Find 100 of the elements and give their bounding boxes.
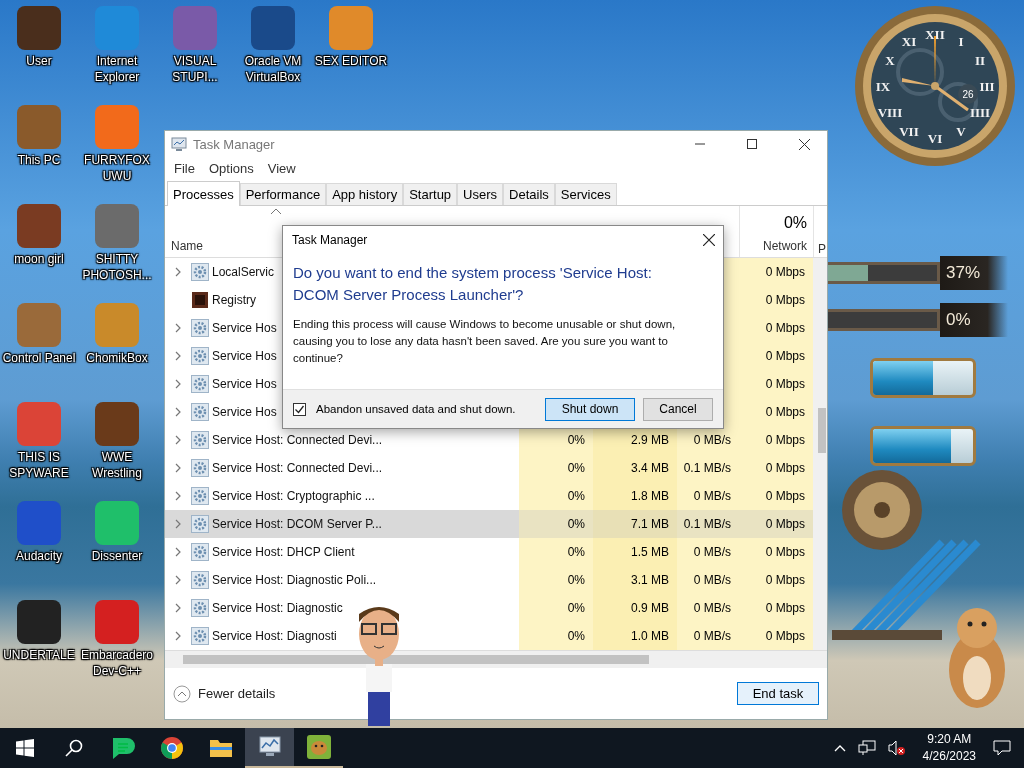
tab[interactable]: Details: [503, 183, 555, 205]
expand-chevron-icon[interactable]: [173, 379, 183, 389]
process-name: Service Hos: [212, 377, 277, 391]
menu-item[interactable]: Options: [201, 160, 261, 176]
expand-chevron-icon[interactable]: [173, 435, 183, 445]
network-cell: 0 Mbps: [739, 258, 813, 286]
expand-chevron-icon[interactable]: [173, 603, 183, 613]
tab[interactable]: Services: [554, 183, 617, 205]
expand-chevron-icon[interactable]: [173, 631, 183, 641]
maximize-icon[interactable]: [747, 139, 757, 149]
close-icon[interactable]: [798, 138, 810, 150]
menu-item[interactable]: View: [260, 160, 303, 176]
column-header[interactable]: Name: [171, 239, 203, 253]
network-cell: 0 Mbps: [739, 286, 813, 314]
column-header[interactable]: P: [818, 242, 826, 256]
network-icon[interactable]: [857, 740, 876, 756]
process-row[interactable]: Service Host: Connected Devi... 0% 3.4 MB 0.1 MB/s 0 Mbps: [165, 454, 813, 482]
network-cell: 0 Mbps: [739, 538, 813, 566]
shut-down-button[interactable]: Shut down: [545, 397, 635, 421]
network-cell: 0 Mbps: [739, 510, 813, 538]
memory-cell: 1.0 MB: [593, 622, 677, 650]
volume-muted-icon[interactable]: [887, 740, 906, 756]
process-row[interactable]: Service Host: Diagnosti 0% 1.0 MB 0 MB/s 0 Mbps: [165, 622, 813, 650]
icon-label[interactable]: VISUAL STUPI...: [156, 53, 234, 85]
clock-date: 26: [962, 89, 974, 100]
chevron-up-icon[interactable]: [833, 744, 846, 752]
expand-chevron-icon[interactable]: [173, 407, 183, 417]
disk-cell: 0 MB/s: [677, 566, 739, 594]
process-name: Service Hos: [212, 405, 277, 419]
checkbox-label[interactable]: Abandon unsaved data and shut down.: [316, 403, 516, 415]
cancel-button[interactable]: Cancel: [643, 397, 713, 421]
window-title: Task Manager: [193, 136, 275, 152]
cpu-cell: 0%: [519, 538, 593, 566]
network-cell: 0 Mbps: [739, 426, 813, 454]
menu-item[interactable]: File: [167, 160, 202, 176]
icon-label[interactable]: WWE Wrestling: [78, 449, 156, 481]
clock-numeral: VI: [927, 131, 943, 146]
fewer-details-link[interactable]: Fewer details: [198, 686, 276, 701]
taskbar-button[interactable]: [245, 728, 294, 768]
memory-cell: 7.1 MB: [593, 510, 677, 538]
cpu-cell: 0%: [519, 510, 593, 538]
icon-label[interactable]: THIS IS SPYWARE: [0, 449, 78, 481]
expand-chevron-icon[interactable]: [173, 463, 183, 473]
network-cell: 0 Mbps: [739, 594, 813, 622]
process-row[interactable]: Service Host: Diagnostic Poli... 0% 3.1 MB 0 MB/s 0 Mbps: [165, 566, 813, 594]
expand-chevron-icon[interactable]: [173, 491, 183, 501]
process-name: Service Hos: [212, 321, 277, 335]
process-row[interactable]: Service Host: Diagnostic 0% 0.9 MB 0 MB/s 0 Mbps: [165, 594, 813, 622]
tab[interactable]: App history: [326, 183, 404, 205]
icon-label[interactable]: SEX EDITOR: [314, 53, 388, 69]
horizontal-scrollbar[interactable]: [165, 650, 827, 668]
column-header[interactable]: Network: [763, 239, 807, 253]
icon-label[interactable]: Dissenter: [91, 548, 143, 564]
app-icon[interactable]: [17, 600, 61, 644]
icon-label[interactable]: Internet Explorer: [78, 53, 156, 85]
network-usage-percent: 0%: [783, 214, 807, 232]
expand-chevron-icon[interactable]: [173, 519, 183, 529]
app-icon[interactable]: [17, 204, 61, 248]
process-row[interactable]: Service Host: DCOM Server P... 0% 7.1 MB 0.1 MB/s 0 Mbps: [165, 510, 813, 538]
disk-cell: 0.1 MB/s: [677, 454, 739, 482]
tab[interactable]: Performance: [239, 183, 327, 205]
app-icon[interactable]: [95, 402, 139, 446]
sort-caret-icon[interactable]: [271, 208, 281, 214]
process-row[interactable]: Service Host: DHCP Client 0% 1.5 MB 0 MB/s 0 Mbps: [165, 538, 813, 566]
app-icon[interactable]: [17, 6, 61, 50]
clock-button[interactable]: 9:20 AM 4/26/2023: [914, 731, 984, 765]
hamster-app-icon: [305, 734, 332, 760]
expand-chevron-icon[interactable]: [173, 351, 183, 361]
tab[interactable]: Startup: [403, 183, 458, 205]
expand-chevron-icon[interactable]: [173, 323, 183, 333]
gear-icon: [191, 487, 209, 505]
checkbox[interactable]: [293, 402, 306, 416]
meter-reading: 0%: [940, 303, 1008, 337]
process-name: Service Host: Cryptographic ...: [212, 489, 375, 503]
tab[interactable]: Users: [457, 183, 504, 205]
icon-label[interactable]: Oracle VM VirtualBox: [234, 53, 312, 85]
close-button[interactable]: [701, 232, 717, 248]
process-name: Registry: [212, 293, 256, 307]
disk-cell: 0.1 MB/s: [677, 510, 739, 538]
windows-logo-icon: [15, 739, 34, 757]
clock-numeral: IIII: [969, 105, 991, 120]
end-task-button[interactable]: End task: [737, 682, 819, 705]
cpu-cell: 0%: [519, 594, 593, 622]
clock-numeral: IX: [875, 79, 891, 94]
icon-label[interactable]: User: [26, 53, 52, 69]
vertical-scrollbar[interactable]: [813, 258, 827, 650]
process-name: Service Host: Diagnosti: [212, 629, 337, 643]
collapse-chevron-icon[interactable]: [173, 684, 191, 703]
registry-icon: [191, 291, 209, 309]
network-cell: 0 Mbps: [739, 482, 813, 510]
icon-label[interactable]: Audacity: [16, 548, 62, 564]
gear-icon: [191, 599, 209, 617]
clock-numeral: V: [956, 124, 966, 140]
gear-icon: [191, 627, 209, 645]
expand-chevron-icon[interactable]: [173, 575, 183, 585]
expand-chevron-icon[interactable]: [173, 547, 183, 557]
tab[interactable]: Processes: [167, 181, 240, 206]
expand-chevron-icon[interactable]: [173, 267, 183, 277]
notifications-icon[interactable]: [993, 740, 1011, 756]
process-row[interactable]: Service Host: Cryptographic ... 0% 1.8 MB 0 MB/s 0 Mbps: [165, 482, 813, 510]
